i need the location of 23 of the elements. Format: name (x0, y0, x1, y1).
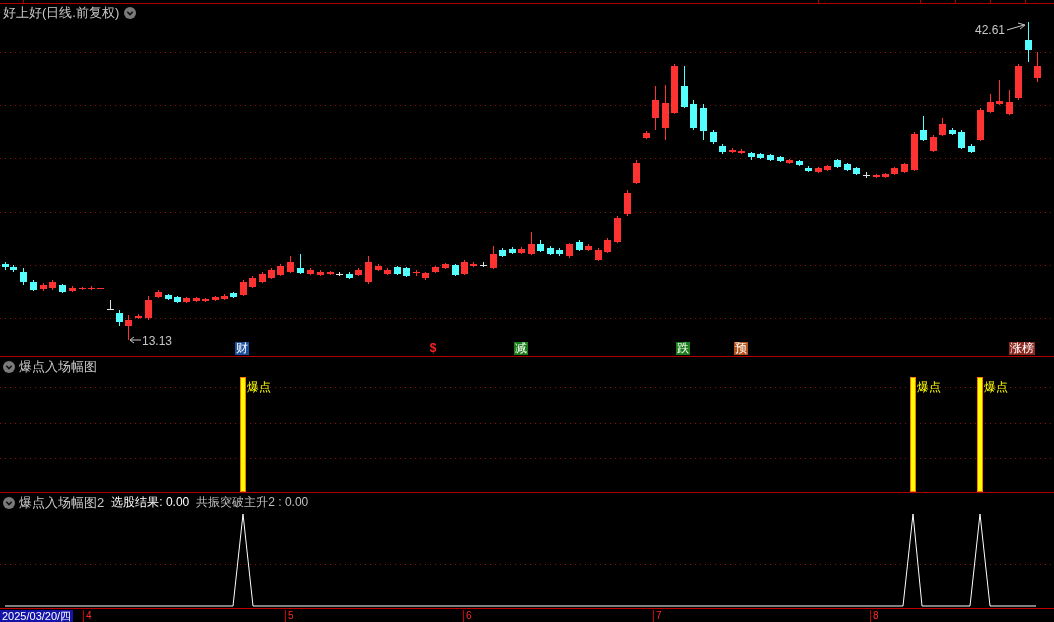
indicator-readout: 共振突破主升2 : 0.00 (196, 495, 309, 510)
signal-tag: 跌 (676, 342, 690, 355)
axis-tick-label: 8 (870, 610, 879, 622)
signal-tag: 涨榜 (1009, 342, 1035, 355)
signal-tag: 财 (235, 342, 249, 355)
chevron-down-icon[interactable] (3, 496, 15, 509)
signal-label: 爆点 (247, 380, 271, 394)
chevron-down-icon[interactable] (124, 6, 137, 19)
signal-tag: 减 (514, 342, 528, 355)
axis-tick-label: 5 (285, 610, 294, 622)
chart-title: 爆点入场幅图2 (19, 495, 105, 510)
signal-label: 爆点 (917, 380, 941, 394)
signal-symbol: $ (429, 342, 437, 355)
axis-tick-label: 4 (83, 610, 92, 622)
cursor-date-label: 2025/03/20/四 (0, 610, 74, 622)
axis-tick-label: 7 (653, 610, 662, 622)
axis-tick-label: 6 (463, 610, 472, 622)
chevron-down-icon[interactable] (3, 360, 15, 373)
signal-tag: 预 (734, 342, 748, 355)
chart-title: 好上好(日线.前复权) (3, 5, 120, 20)
indicator-readout: 选股结果: 0.00 (111, 495, 190, 510)
signal-label: 爆点 (984, 380, 1008, 394)
chart-title: 爆点入场幅图 (19, 359, 97, 374)
